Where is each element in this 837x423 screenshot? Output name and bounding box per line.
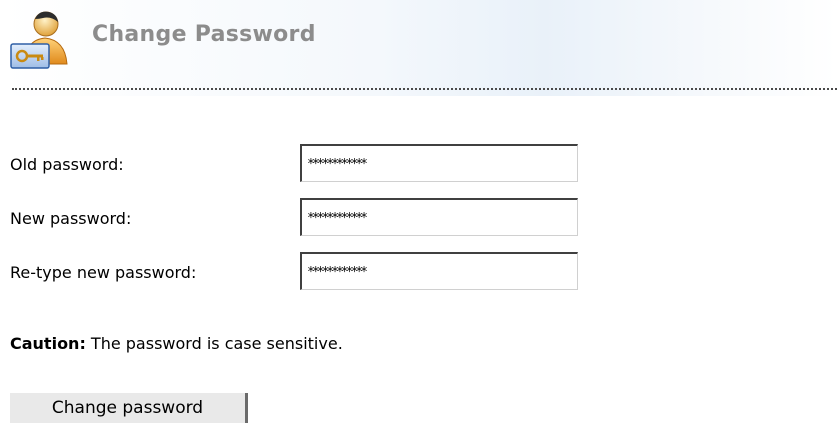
caution-text: The password is case sensitive. [85,334,343,353]
retype-password-label: Re-type new password: [10,263,197,282]
change-password-button[interactable]: Change password [10,393,248,423]
old-password-label: Old password: [10,155,124,174]
retype-password-input[interactable] [300,252,578,290]
page-header: Change Password [0,0,837,96]
page-title: Change Password [92,22,316,47]
caution-note: Caution: The password is case sensitive. [10,334,343,353]
new-password-label: New password: [10,209,132,228]
old-password-input[interactable] [300,144,578,182]
user-key-icon [9,6,73,70]
new-password-input[interactable] [300,198,578,236]
header-divider [12,88,837,90]
caution-label: Caution: [10,334,86,353]
